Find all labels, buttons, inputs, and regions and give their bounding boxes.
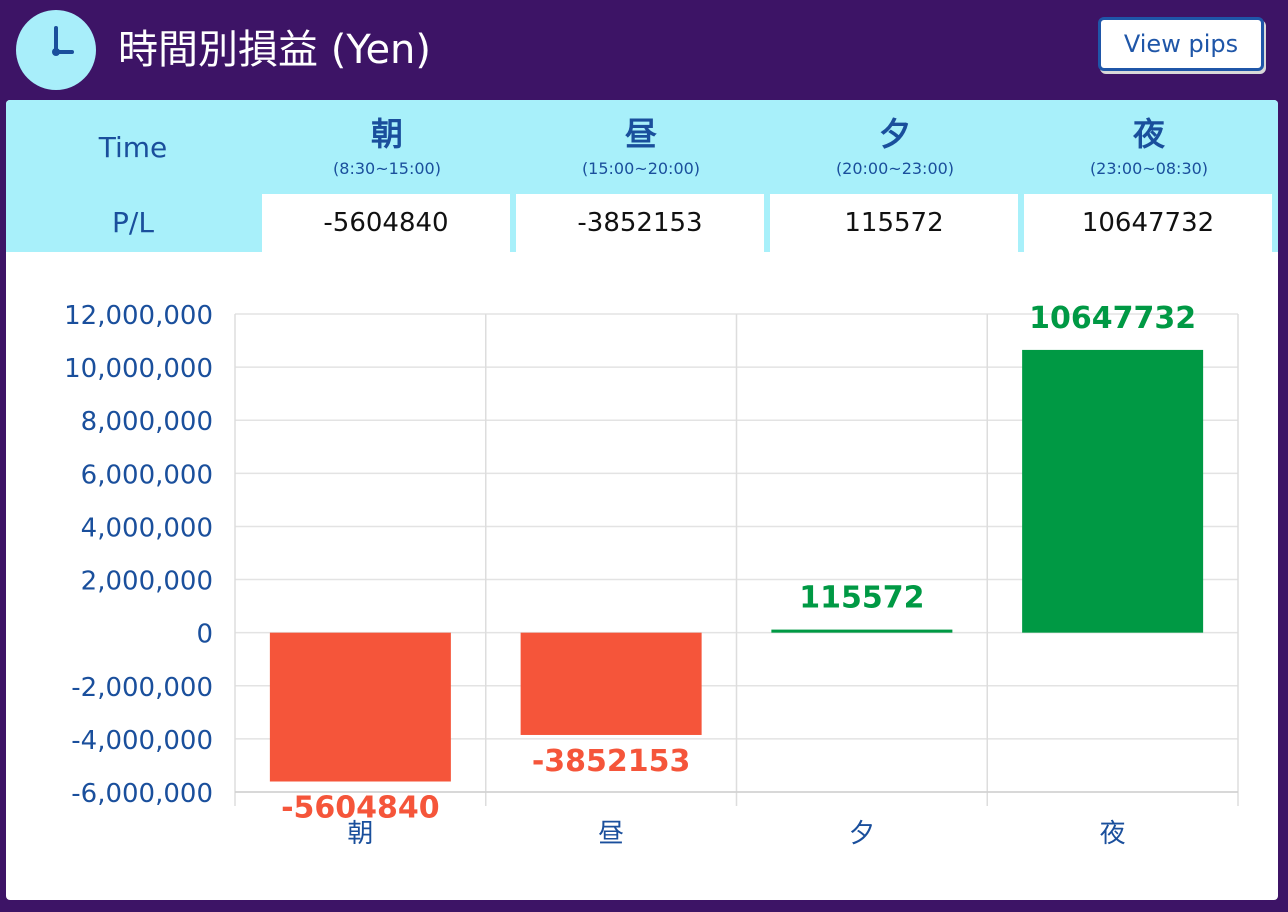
y-tick-label: 4,000,000	[81, 513, 213, 543]
data-label: -3852153	[532, 744, 691, 779]
page-title: 時間別損益 (Yen)	[118, 27, 432, 73]
pl-bar-chart: 12,000,000 10,000,000 8,000,000 6,000,000 4,…	[64, 301, 1239, 849]
header: 時間別損益 (Yen) View pips	[0, 0, 1288, 100]
y-tick-label: 6,000,000	[81, 460, 213, 490]
bar	[1022, 349, 1204, 633]
y-tick-label: -2,000,000	[71, 673, 213, 703]
y-tick-label: 8,000,000	[81, 407, 213, 437]
x-tick-label: 夕	[849, 819, 875, 849]
pl-panel: Time 朝 (8:30~15:00) 昼 (15:00~20:00) 夕 (2…	[6, 100, 1278, 900]
data-label: -5604840	[281, 791, 440, 826]
y-tick-label: 10,000,000	[64, 354, 213, 384]
y-tick-label: 2,000,000	[81, 567, 213, 597]
data-label: 115572	[799, 581, 924, 616]
y-tick-label: 12,000,000	[64, 301, 213, 331]
x-tick-label: 昼	[598, 819, 624, 849]
clock-icon	[16, 10, 96, 90]
bar	[269, 632, 451, 782]
y-tick-label: -4,000,000	[71, 726, 213, 756]
bar	[771, 629, 953, 633]
y-tick-label: 0	[196, 620, 213, 650]
view-pips-button[interactable]: View pips	[1098, 17, 1264, 71]
bar	[520, 632, 702, 735]
data-label: 10647732	[1029, 301, 1196, 336]
y-tick-label: -6,000,000	[71, 779, 213, 809]
x-tick-label: 夜	[1100, 819, 1126, 849]
